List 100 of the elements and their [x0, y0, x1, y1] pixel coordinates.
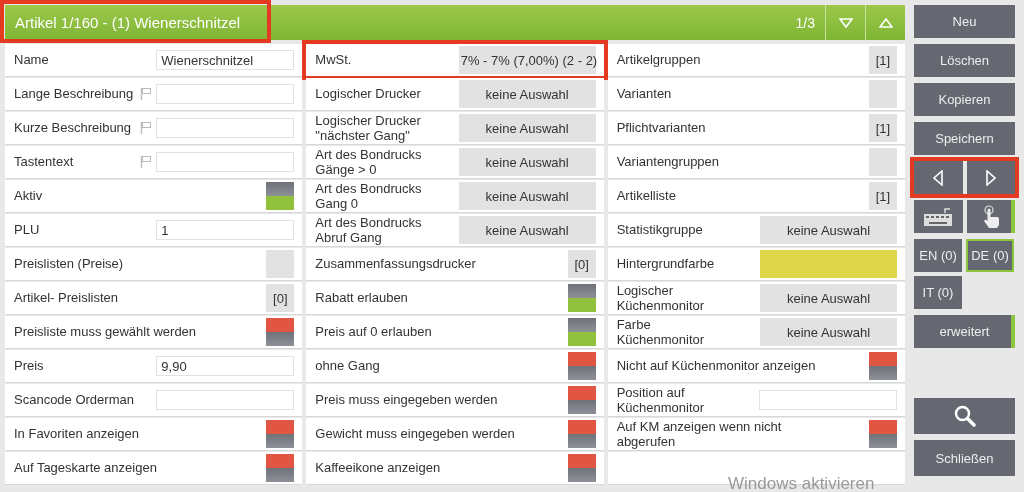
property-label: Variantengruppen: [616, 154, 721, 170]
text-field[interactable]: 1: [156, 220, 295, 240]
triangle-down-icon: [838, 17, 853, 28]
activation-notice: Windows aktivieren: [728, 474, 875, 492]
property-label: Farbe Küchenmonitor: [616, 316, 706, 348]
text-field[interactable]: [156, 118, 295, 138]
property-label: Art des Bondrucks Abruf Gang: [315, 214, 423, 246]
property-label: Nicht auf Küchenmonitor anzeigen: [616, 358, 817, 374]
action-button[interactable]: Löschen: [914, 44, 1015, 77]
property-label: Aktiv: [14, 188, 44, 204]
property-label: Logischer Drucker "nächster Gang": [315, 112, 422, 144]
flag-icon[interactable]: [140, 121, 153, 135]
search-button[interactable]: [914, 398, 1015, 434]
property-label: Hintergrundfarbe: [616, 256, 716, 272]
pointing-hand-icon: [981, 204, 1000, 229]
select-button[interactable]: 7% - 7% (7,00%) (2 - 2): [458, 46, 596, 74]
property-label: Pflichtvarianten: [616, 120, 707, 136]
property-label: Kurze Beschreibung: [14, 120, 133, 136]
property-label: In Favoriten anzeigen: [14, 426, 141, 442]
property-label: Preis auf 0 erlauben: [315, 324, 433, 340]
triangle-right-icon: [985, 169, 996, 186]
property-label: Statistikgruppe: [616, 222, 704, 238]
property-label: Artikelgruppen: [616, 52, 702, 68]
property-label: Rabatt erlauben: [315, 290, 409, 306]
flag-icon[interactable]: [140, 155, 153, 169]
toggle-switch[interactable]: [567, 318, 596, 346]
property-label: Preis: [14, 358, 45, 374]
article-title: Artikel 1/160 - (1) Wienerschnitzel: [15, 14, 241, 31]
text-field[interactable]: [156, 84, 295, 104]
text-field[interactable]: 9,90: [156, 356, 295, 376]
property-label: Name: [14, 52, 50, 68]
select-button[interactable]: keine Auswahl: [458, 80, 596, 108]
page-indicator: 1/3: [795, 14, 815, 31]
property-label: Auf KM anzeigen wenn nicht abgerufen: [616, 418, 783, 450]
toggle-switch[interactable]: [266, 182, 295, 210]
action-button[interactable]: Neu: [914, 5, 1015, 38]
keyboard-icon: [923, 206, 954, 227]
property-label: Auf Tageskarte anzeigen: [14, 460, 158, 476]
property-label: Zusammenfassungsdrucker: [315, 256, 477, 272]
toggle-switch[interactable]: [266, 454, 295, 482]
language-button[interactable]: DE (0): [966, 239, 1014, 272]
select-button[interactable]: keine Auswahl: [760, 318, 897, 346]
count-button[interactable]: [266, 250, 295, 278]
property-label: Artikel- Preislisten: [14, 290, 120, 306]
toggle-switch[interactable]: [869, 352, 897, 380]
select-button[interactable]: keine Auswahl: [760, 284, 897, 312]
property-label: Preislisten (Preise): [14, 256, 125, 272]
property-label: Logischer Drucker: [315, 86, 422, 102]
toggle-switch[interactable]: [266, 420, 295, 448]
previous-button[interactable]: [914, 161, 963, 194]
count-button[interactable]: [1]: [869, 114, 897, 142]
count-button[interactable]: [1]: [869, 182, 897, 210]
toggle-switch[interactable]: [869, 420, 897, 448]
language-button[interactable]: EN (0): [914, 239, 962, 272]
property-label: Tastentext: [14, 154, 75, 170]
count-button[interactable]: [0]: [266, 284, 295, 312]
property-label: Preisliste muss gewählt werden: [14, 324, 198, 340]
property-label: Varianten: [616, 86, 673, 102]
text-field[interactable]: [759, 390, 897, 410]
property-label: Art des Bondrucks Gang 0: [315, 180, 423, 212]
property-label: MwSt.: [315, 52, 353, 68]
select-button[interactable]: keine Auswahl: [458, 182, 596, 210]
text-field[interactable]: Wienerschnitzel: [156, 50, 295, 70]
count-button[interactable]: [0]: [567, 250, 596, 278]
tool-button[interactable]: [914, 200, 963, 233]
next-button[interactable]: [966, 161, 1015, 194]
search-icon: [952, 404, 977, 428]
property-label: Scancode Orderman: [14, 392, 135, 408]
close-button[interactable]: Schließen: [914, 440, 1015, 476]
toggle-switch[interactable]: [567, 420, 596, 448]
advanced-button[interactable]: erweitert: [914, 315, 1015, 348]
toggle-switch[interactable]: [567, 284, 596, 312]
property-label: Logischer Küchenmonitor: [616, 282, 706, 314]
count-button[interactable]: [1]: [869, 46, 897, 74]
action-button[interactable]: Kopieren: [914, 83, 1015, 116]
language-button[interactable]: IT (0): [914, 276, 962, 309]
property-label: Position auf Küchenmonitor: [616, 384, 706, 416]
property-label: Art des Bondrucks Gänge > 0: [315, 146, 423, 178]
select-button[interactable]: keine Auswahl: [458, 216, 596, 244]
toggle-switch[interactable]: [567, 386, 596, 414]
select-button[interactable]: keine Auswahl: [458, 114, 596, 142]
toggle-switch[interactable]: [567, 352, 596, 380]
triangle-up-icon: [878, 17, 893, 28]
property-label: Artikelliste: [616, 188, 677, 204]
property-label: Gewicht muss eingegeben werden: [315, 426, 516, 442]
triangle-left-icon: [933, 169, 944, 186]
property-label: Kaffeeikone anzeigen: [315, 460, 442, 476]
property-label: Preis muss eingegeben werden: [315, 392, 499, 408]
tool-button[interactable]: [966, 200, 1015, 233]
toggle-switch[interactable]: [266, 318, 295, 346]
text-field[interactable]: [156, 152, 295, 172]
action-button[interactable]: Speichern: [914, 122, 1015, 155]
property-label: ohne Gang: [315, 358, 381, 374]
color-swatch[interactable]: [760, 250, 897, 278]
select-button[interactable]: keine Auswahl: [458, 148, 596, 176]
flag-icon[interactable]: [140, 87, 153, 101]
text-field[interactable]: [156, 390, 295, 410]
toggle-switch[interactable]: [567, 454, 596, 482]
select-button[interactable]: keine Auswahl: [760, 216, 897, 244]
property-label: Lange Beschreibung: [14, 86, 135, 102]
